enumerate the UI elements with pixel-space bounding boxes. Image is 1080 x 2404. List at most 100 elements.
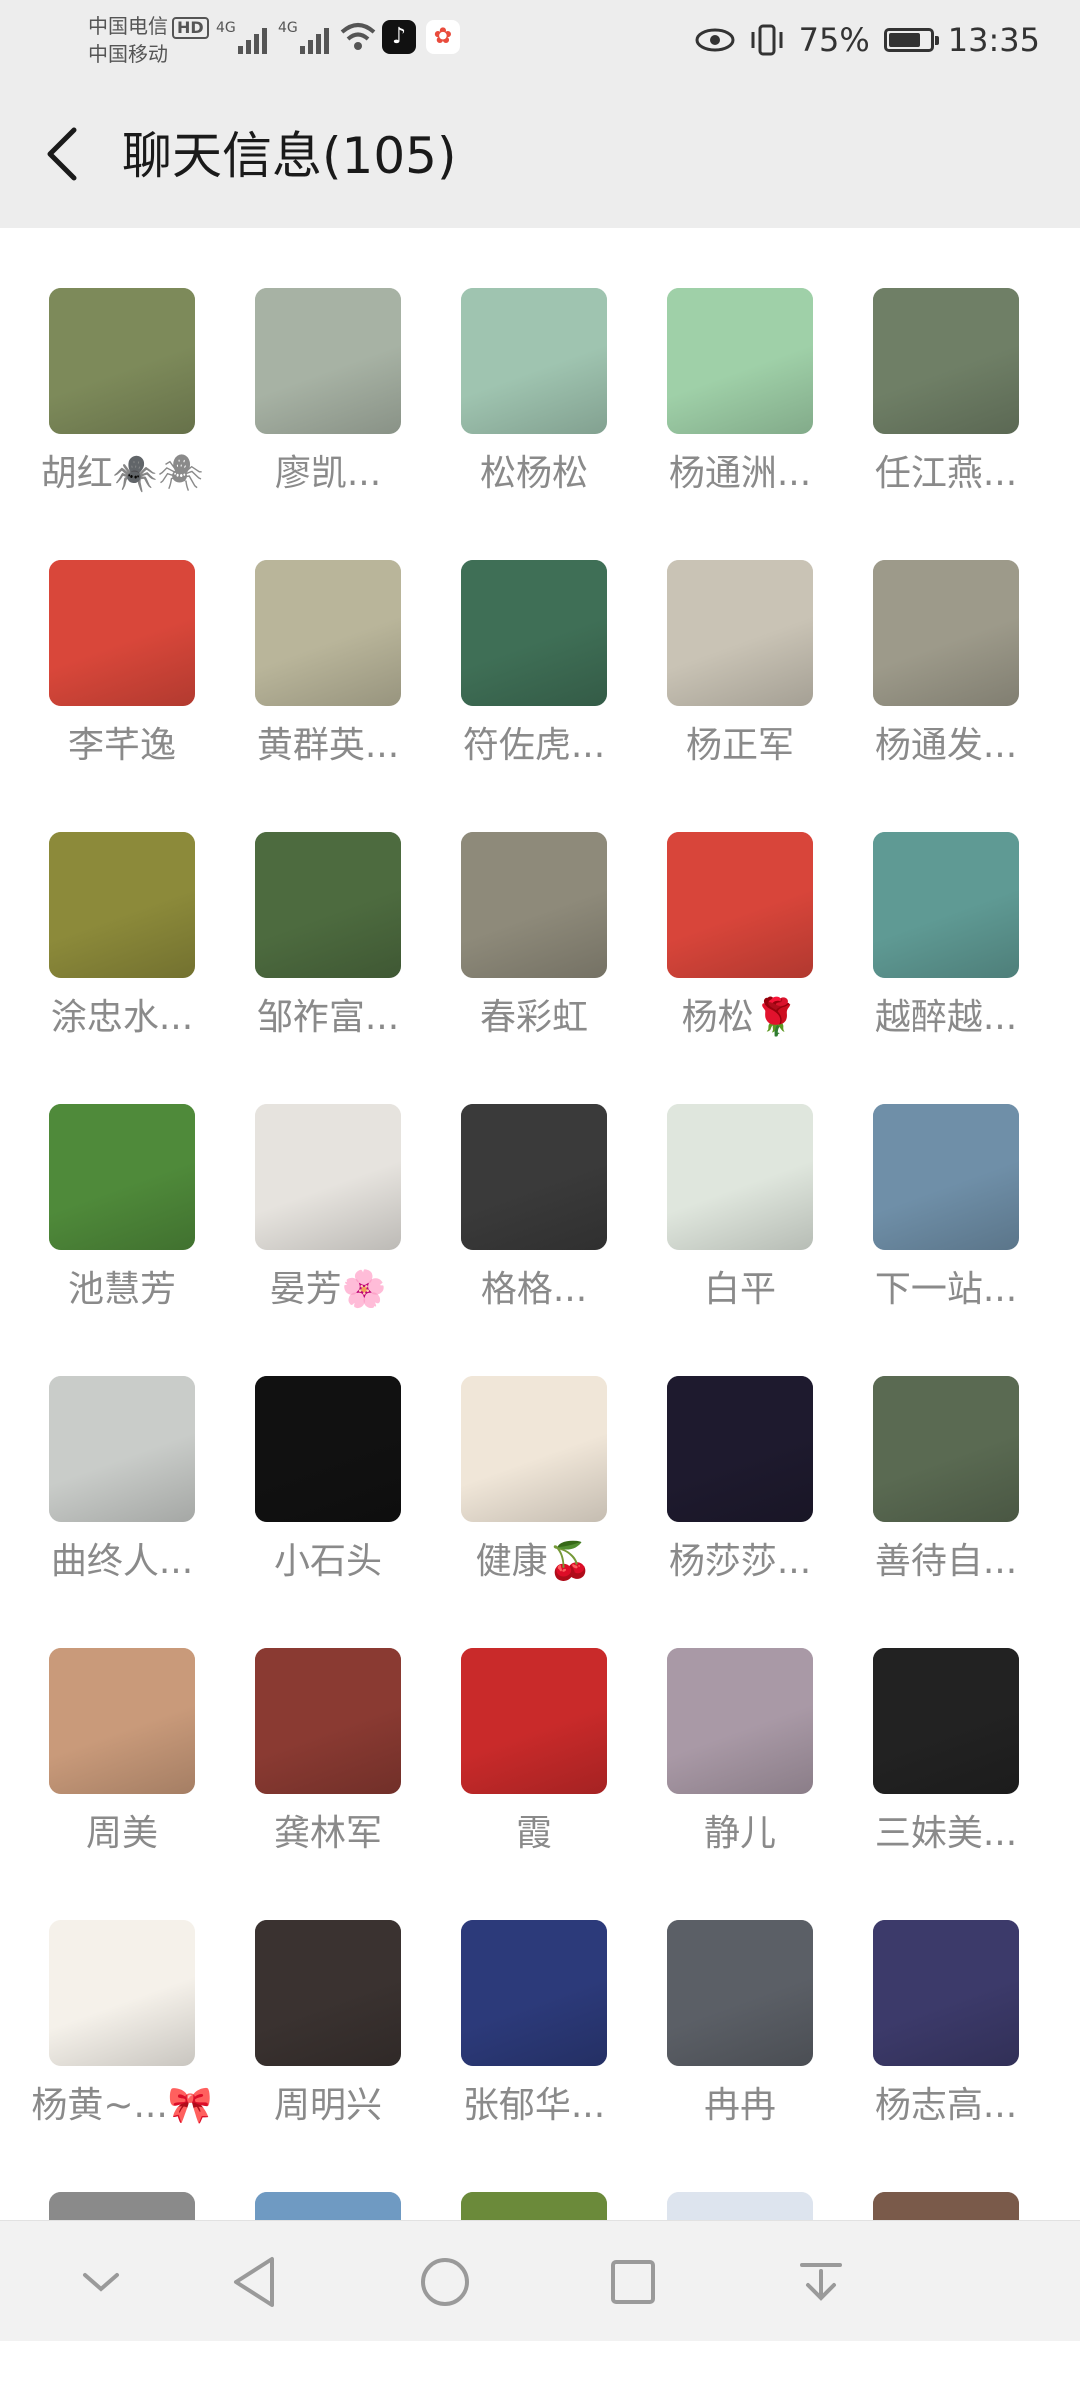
avatar [461, 560, 607, 706]
page-title: 聊天信息(105) [122, 127, 457, 185]
member-item[interactable]: 任江燕... [824, 228, 1030, 500]
member-item[interactable]: 黄群英... [206, 500, 412, 772]
nav-back-icon[interactable] [220, 2247, 290, 2317]
signal-1-label: 4G [216, 20, 236, 36]
carrier-2: 中国移动 [88, 42, 168, 66]
member-item[interactable]: 健康🍒 [412, 1316, 618, 1588]
member-item[interactable]: 杨黄~...🎀 [0, 1860, 213, 2132]
avatar [873, 832, 1019, 978]
avatar [49, 560, 195, 706]
nav-recents-icon[interactable] [598, 2247, 668, 2317]
member-item[interactable]: 杨通洲... [618, 228, 824, 500]
member-item[interactable]: 三妹美... [824, 1588, 1030, 1860]
avatar [667, 1920, 813, 2066]
member-item[interactable]: 符佐虎... [412, 500, 618, 772]
member-name: 越醉越... [874, 997, 1018, 1038]
avatar [461, 1920, 607, 2066]
avatar [667, 832, 813, 978]
member-name: 善待自... [874, 1541, 1018, 1582]
member-name: 三妹美... [874, 1813, 1018, 1854]
avatar [667, 288, 813, 434]
avatar [255, 1648, 401, 1794]
member-item[interactable]: 杨通发... [824, 500, 1030, 772]
wifi-icon [340, 23, 376, 50]
member-item[interactable]: 晏芳🌸 [206, 1044, 412, 1316]
ctrip-icon: ✿ [426, 20, 460, 54]
avatar [49, 288, 195, 434]
signal-1-icon: 4G [216, 20, 270, 54]
avatar [461, 1376, 607, 1522]
member-item[interactable]: 廖凯... [206, 228, 412, 500]
member-item[interactable]: 静儿 [618, 1588, 824, 1860]
member-item[interactable]: 龚林军 [206, 1588, 412, 1860]
avatar [461, 1104, 607, 1250]
top-area: 中国电信 HD 中国移动 4G 4G ♪ ✿ 75% 13:35 聊天信息(10… [0, 0, 1080, 228]
notification-pull-icon[interactable] [786, 2247, 856, 2317]
member-name: 下一站... [874, 1269, 1018, 1310]
member-item[interactable]: 冉冉 [618, 1860, 824, 2132]
avatar [461, 288, 607, 434]
member-item[interactable]: 白平 [618, 1044, 824, 1316]
avatar [667, 1648, 813, 1794]
member-name: 任江燕... [874, 453, 1018, 494]
member-item[interactable]: 松杨松 [412, 228, 618, 500]
eye-comfort-icon [695, 28, 735, 52]
member-item[interactable]: 张郁华... [412, 1860, 618, 2132]
vibrate-icon [751, 24, 783, 56]
collapse-down-icon[interactable] [66, 2247, 136, 2317]
member-item[interactable]: 杨松🌹 [618, 772, 824, 1044]
avatar [667, 560, 813, 706]
carrier-1: 中国电信 [88, 14, 168, 38]
avatar [255, 1920, 401, 2066]
member-item[interactable]: 格格... [412, 1044, 618, 1316]
nav-home-icon[interactable] [410, 2247, 480, 2317]
status-bar: 中国电信 HD 中国移动 4G 4G ♪ ✿ 75% 13:35 [0, 0, 1080, 80]
member-item[interactable]: 杨志高... [824, 1860, 1030, 2132]
avatar [461, 832, 607, 978]
avatar [49, 1920, 195, 2066]
member-item[interactable]: 霞 [412, 1588, 618, 1860]
member-item[interactable]: 小石头 [206, 1316, 412, 1588]
avatar [873, 560, 1019, 706]
avatar [255, 1104, 401, 1250]
signal-2-icon: 4G [278, 20, 332, 54]
member-item[interactable]: 周明兴 [206, 1860, 412, 2132]
member-item[interactable]: 下一站... [824, 1044, 1030, 1316]
back-chevron-icon[interactable] [36, 118, 88, 190]
avatar [461, 1648, 607, 1794]
member-item[interactable]: 越醉越... [824, 772, 1030, 1044]
avatar [49, 1104, 195, 1250]
avatar [667, 1376, 813, 1522]
member-item[interactable]: 池慧芳 [0, 1044, 206, 1316]
hd-badge: HD [172, 17, 209, 39]
avatar [873, 1648, 1019, 1794]
avatar [49, 1376, 195, 1522]
avatar [873, 288, 1019, 434]
avatar [255, 560, 401, 706]
avatar [255, 832, 401, 978]
member-item[interactable]: 李芊逸 [0, 500, 206, 772]
status-right: 75% 13:35 [695, 16, 1040, 64]
tiktok-icon: ♪ [382, 20, 416, 54]
avatar [873, 1920, 1019, 2066]
member-item[interactable]: 邹祚富... [206, 772, 412, 1044]
avatar [49, 1648, 195, 1794]
member-item[interactable]: 曲终人... [0, 1316, 206, 1588]
battery-icon [883, 28, 939, 52]
avatar [49, 832, 195, 978]
avatar [255, 288, 401, 434]
member-name: 杨通发... [874, 725, 1018, 766]
avatar [667, 1104, 813, 1250]
header: 聊天信息(105) [0, 80, 1080, 228]
member-item[interactable]: 杨正军 [618, 500, 824, 772]
member-item[interactable]: 春彩虹 [412, 772, 618, 1044]
member-item[interactable]: 杨莎莎... [618, 1316, 824, 1588]
member-item[interactable]: 胡红🕷️🕷 [0, 228, 206, 500]
member-item[interactable]: 涂忠水... [0, 772, 206, 1044]
avatar [255, 1376, 401, 1522]
avatar [873, 1376, 1019, 1522]
member-item[interactable]: 善待自... [824, 1316, 1030, 1588]
member-name: 杨志高... [874, 2085, 1018, 2126]
battery-percent: 75% [798, 21, 870, 59]
member-item[interactable]: 周美 [0, 1588, 206, 1860]
